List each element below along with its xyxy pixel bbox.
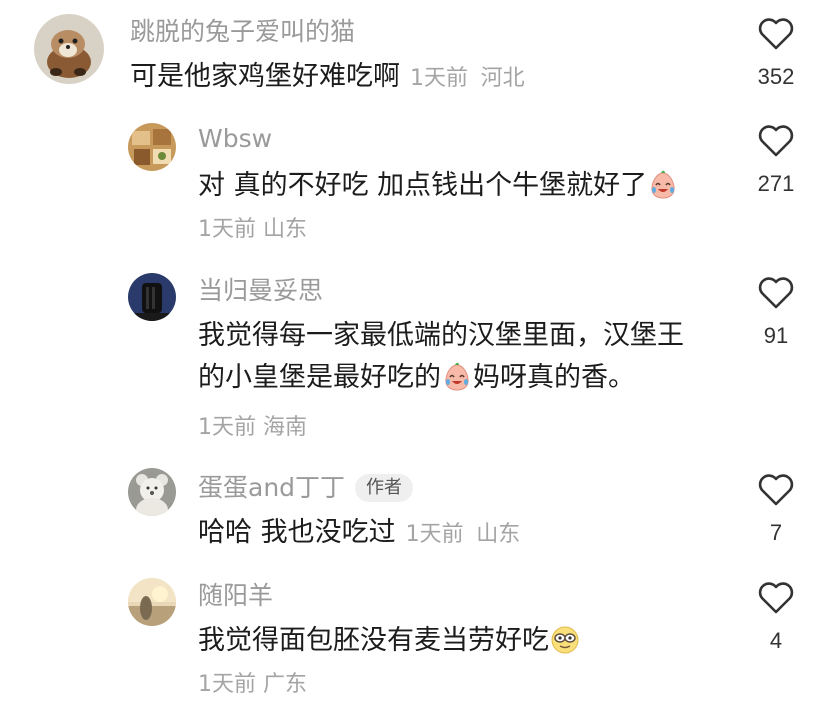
reply-item: Wbsw 对 真的不好吃 加点钱出个牛堡就好了 1天前 山东 271 <box>0 115 827 265</box>
reply-body: 哈哈 我也没吃过 <box>198 517 396 548</box>
reply-text[interactable]: 对 真的不好吃 加点钱出个牛堡就好了 <box>198 165 679 207</box>
reply-time: 1天前 <box>198 415 256 440</box>
reply-meta: 1天前 广东 <box>198 670 307 700</box>
reply-location: 山东 <box>263 217 308 242</box>
sunglasses-face-icon <box>551 626 579 654</box>
reply-time: 1天前 <box>198 672 256 697</box>
reply-body: 我觉得面包胚没有麦当劳好吃 <box>198 625 549 656</box>
heart-icon <box>758 277 794 309</box>
reply-meta: 1天前 山东 <box>198 215 307 245</box>
reply-meta: 1天前 海南 <box>198 413 307 443</box>
marten-photo-avatar[interactable] <box>34 14 104 84</box>
like-button[interactable]: 271 <box>736 125 816 197</box>
reply-body-line2-b: 妈呀真的香。 <box>473 362 635 393</box>
reply-location: 广东 <box>263 672 308 697</box>
like-count: 4 <box>769 628 783 653</box>
reply-text[interactable]: 我觉得每一家最低端的汉堡里面，汉堡王 的小皇堡是最好吃的 妈呀真的香。 <box>198 315 684 399</box>
author-badge: 作者 <box>355 474 414 502</box>
teddy-bear-avatar[interactable] <box>128 468 176 516</box>
comment-body: 可是他家鸡堡好难吃啊 <box>130 61 400 92</box>
comment-text[interactable]: 可是他家鸡堡好难吃啊 1天前 河北 <box>130 56 525 100</box>
heart-icon <box>758 474 794 506</box>
like-count: 271 <box>757 171 795 196</box>
sunset-photo-avatar[interactable] <box>128 578 176 626</box>
like-count: 7 <box>769 520 783 545</box>
like-count: 352 <box>757 64 795 89</box>
reply-body-line2: 的小皇堡是最好吃的 妈呀真的香。 <box>198 357 684 399</box>
like-button[interactable]: 4 <box>736 582 816 654</box>
heart-icon <box>758 125 794 157</box>
reply-time: 1天前 <box>198 217 256 242</box>
reply-body-line1: 我觉得每一家最低端的汉堡里面，汉堡王 <box>198 320 684 351</box>
reply-location: 山东 <box>476 522 521 547</box>
reply-username[interactable]: Wbsw <box>198 123 272 155</box>
reply-time: 1天前 <box>405 522 464 547</box>
like-count: 91 <box>763 323 789 348</box>
heart-icon <box>758 18 794 50</box>
like-button[interactable]: 7 <box>736 474 816 546</box>
like-button[interactable]: 91 <box>736 277 816 349</box>
reply-username[interactable]: 当归曼妥思 <box>198 275 323 307</box>
reply-location: 海南 <box>263 415 308 440</box>
reply-text[interactable]: 哈哈 我也没吃过 1天前 山东 <box>198 512 520 556</box>
comment-item: 跳脱的兔子爱叫的猫 可是他家鸡堡好难吃啊 1天前 河北 352 <box>0 0 827 115</box>
like-button[interactable]: 352 <box>736 18 816 90</box>
comment-time: 1天前 <box>410 66 468 91</box>
reply-username-text: 蛋蛋and丁丁 <box>198 473 346 502</box>
reply-username[interactable]: 蛋蛋and丁丁 作者 <box>198 472 414 504</box>
reply-body: 对 真的不好吃 加点钱出个牛堡就好了 <box>198 170 648 201</box>
reply-item: 随阳羊 我觉得面包胚没有麦当劳好吃 1天前 广东 4 <box>0 570 827 706</box>
comment-location: 河北 <box>480 66 525 91</box>
crying-laughing-face-icon <box>445 362 469 391</box>
food-photo-avatar[interactable] <box>128 123 176 171</box>
reply-text[interactable]: 我觉得面包胚没有麦当劳好吃 <box>198 620 581 662</box>
reply-item: 蛋蛋and丁丁 作者 哈哈 我也没吃过 1天前 山东 7 <box>0 460 827 570</box>
heart-icon <box>758 582 794 614</box>
reply-item: 当归曼妥思 我觉得每一家最低端的汉堡里面，汉堡王 的小皇堡是最好吃的 妈呀真的香… <box>0 265 827 460</box>
comment-username[interactable]: 跳脱的兔子爱叫的猫 <box>130 16 355 48</box>
reply-username[interactable]: 随阳羊 <box>198 580 273 612</box>
reply-body-line2-a: 的小皇堡是最好吃的 <box>198 362 441 393</box>
crying-laughing-face-icon <box>651 170 675 199</box>
dark-photo-avatar[interactable] <box>128 273 176 321</box>
